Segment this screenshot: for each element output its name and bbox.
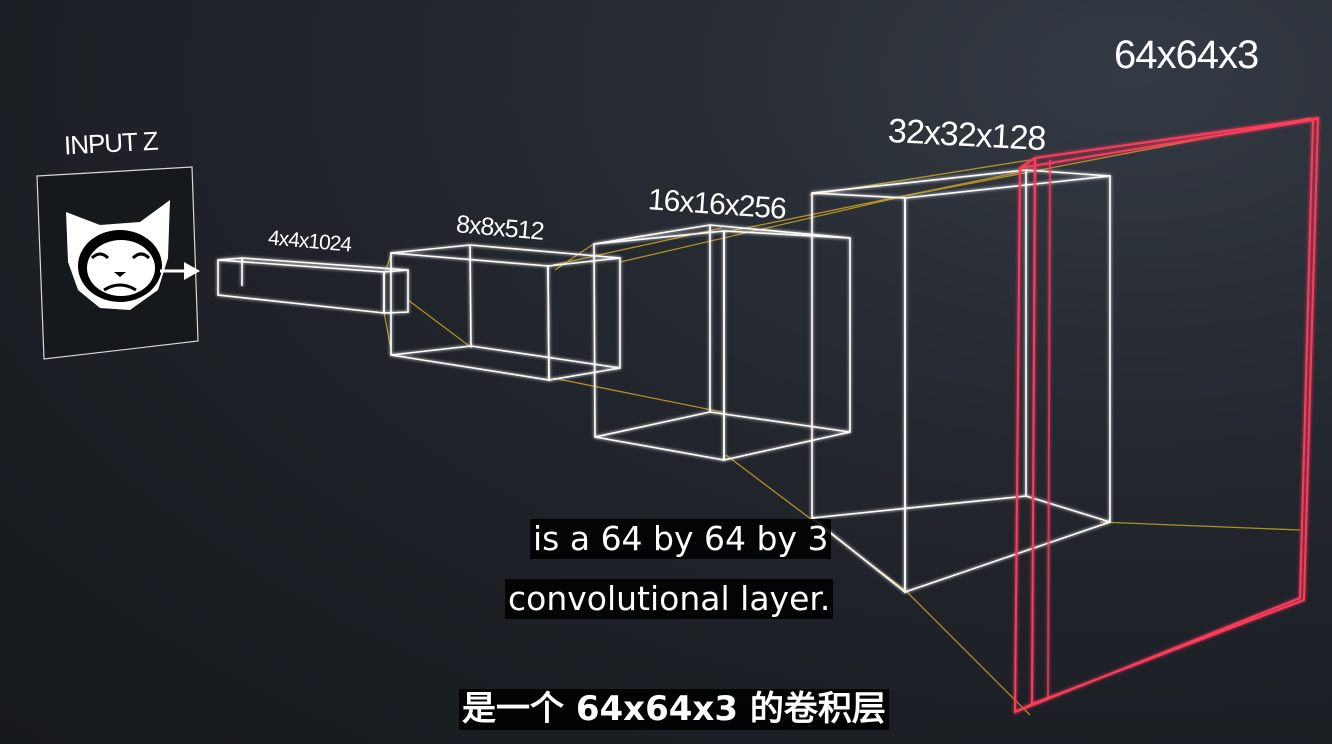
subtitle-zh: 是一个 64x64x3 的卷积层	[459, 689, 889, 731]
layer-4-block	[811, 169, 1111, 594]
layer-4-label: 32x32x128	[887, 111, 1047, 159]
subtitle-en-line2: convolutional layer.	[505, 579, 834, 620]
input-label: INPUT Z	[63, 125, 159, 161]
layer-connectors	[383, 117, 1311, 716]
network-diagram	[36, 116, 1320, 716]
subtitle-en-line1: is a 64 by 64 by 3	[530, 519, 832, 560]
output-layer-label: 64x64x3	[1114, 33, 1259, 77]
input-panel	[36, 166, 200, 360]
output-layer-block	[1013, 116, 1320, 714]
layer-1-block	[217, 257, 409, 314]
